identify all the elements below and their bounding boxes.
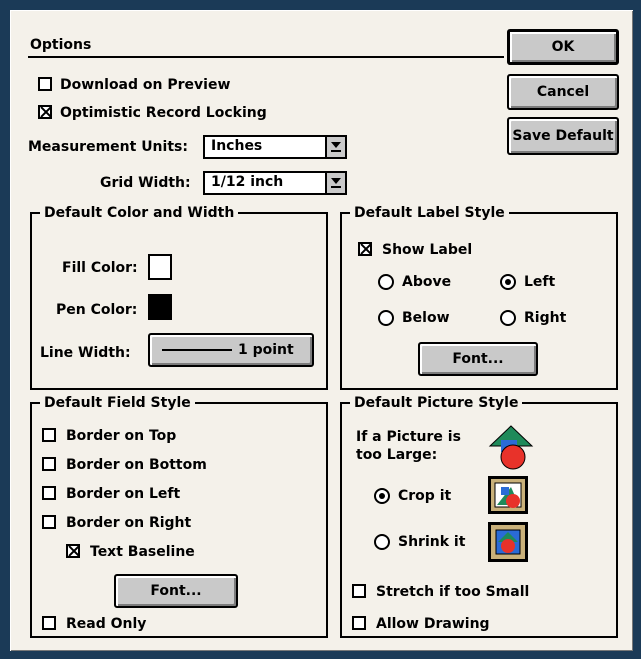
border-bottom-checkbox[interactable]: [42, 457, 56, 471]
default-picture-style-title: Default Picture Style: [350, 395, 523, 411]
save-default-button[interactable]: Save Default: [507, 117, 619, 155]
border-bottom-label[interactable]: Border on Bottom: [66, 456, 207, 474]
dropdown-arrow-icon[interactable]: [325, 137, 345, 157]
text-baseline-label[interactable]: Text Baseline: [90, 543, 195, 561]
border-right-checkbox[interactable]: [42, 515, 56, 529]
measurement-units-value: Inches: [211, 138, 263, 154]
cancel-button[interactable]: Cancel: [507, 74, 619, 110]
measurement-units-label: Measurement Units:: [28, 139, 188, 155]
stretch-if-too-small-checkbox[interactable]: [352, 584, 366, 598]
label-left-radio[interactable]: [500, 274, 516, 290]
download-on-preview-checkbox[interactable]: [38, 77, 52, 91]
border-right-label[interactable]: Border on Right: [66, 514, 191, 532]
ok-button[interactable]: OK: [507, 29, 619, 65]
show-label-checkbox[interactable]: [358, 242, 372, 256]
label-right-radio[interactable]: [500, 310, 516, 326]
fill-color-swatch[interactable]: [148, 254, 172, 280]
show-label-text[interactable]: Show Label: [382, 241, 472, 259]
stretch-if-too-small-label[interactable]: Stretch if too Small: [376, 583, 529, 601]
picture-shapes-icon: [488, 425, 534, 470]
default-color-width-title: Default Color and Width: [40, 205, 239, 221]
border-left-label[interactable]: Border on Left: [66, 485, 180, 503]
pen-color-label: Pen Color:: [56, 302, 138, 318]
label-below-radio[interactable]: [378, 310, 394, 326]
allow-drawing-label[interactable]: Allow Drawing: [376, 615, 490, 633]
allow-drawing-checkbox[interactable]: [352, 616, 366, 630]
shrink-it-label[interactable]: Shrink it: [398, 533, 465, 551]
dialog-title: Options: [30, 37, 92, 53]
default-field-style-title: Default Field Style: [40, 395, 195, 411]
border-top-checkbox[interactable]: [42, 428, 56, 442]
line-width-button[interactable]: 1 point: [148, 333, 314, 367]
optimistic-record-locking-label[interactable]: Optimistic Record Locking: [60, 104, 267, 122]
label-font-button[interactable]: Font...: [418, 342, 538, 376]
label-left-text[interactable]: Left: [524, 273, 555, 291]
shrink-preview-icon: [488, 522, 528, 562]
download-on-preview-label[interactable]: Download on Preview: [60, 76, 230, 94]
line-width-value: 1 point: [238, 342, 294, 358]
border-left-checkbox[interactable]: [42, 486, 56, 500]
grid-width-select[interactable]: 1/12 inch: [203, 171, 347, 195]
label-above-radio[interactable]: [378, 274, 394, 290]
read-only-checkbox[interactable]: [42, 616, 56, 630]
shrink-it-radio[interactable]: [374, 534, 390, 550]
dropdown-arrow-icon[interactable]: [325, 173, 345, 193]
line-sample: [162, 349, 232, 351]
pen-color-swatch[interactable]: [148, 294, 172, 320]
text-baseline-checkbox[interactable]: [66, 544, 80, 558]
label-below-text[interactable]: Below: [402, 309, 450, 327]
fill-color-label: Fill Color:: [62, 260, 138, 276]
crop-preview-icon: [488, 476, 528, 514]
grid-width-value: 1/12 inch: [211, 174, 284, 190]
crop-it-label[interactable]: Crop it: [398, 487, 451, 505]
field-font-button[interactable]: Font...: [114, 574, 238, 608]
label-right-text[interactable]: Right: [524, 309, 566, 327]
grid-width-label: Grid Width:: [100, 175, 191, 191]
label-above-text[interactable]: Above: [402, 273, 451, 291]
optimistic-record-locking-checkbox[interactable]: [38, 105, 52, 119]
default-label-style-title: Default Label Style: [350, 205, 509, 221]
measurement-units-select[interactable]: Inches: [203, 135, 347, 159]
picture-prompt-line2: too Large:: [356, 447, 438, 463]
crop-it-radio[interactable]: [374, 488, 390, 504]
picture-prompt-line1: If a Picture is: [356, 429, 461, 445]
line-width-label: Line Width:: [40, 345, 131, 361]
read-only-label[interactable]: Read Only: [66, 615, 146, 633]
title-divider: [28, 56, 504, 58]
border-top-label[interactable]: Border on Top: [66, 427, 176, 445]
options-dialog: Options OK Cancel Save Default Download …: [10, 10, 633, 651]
